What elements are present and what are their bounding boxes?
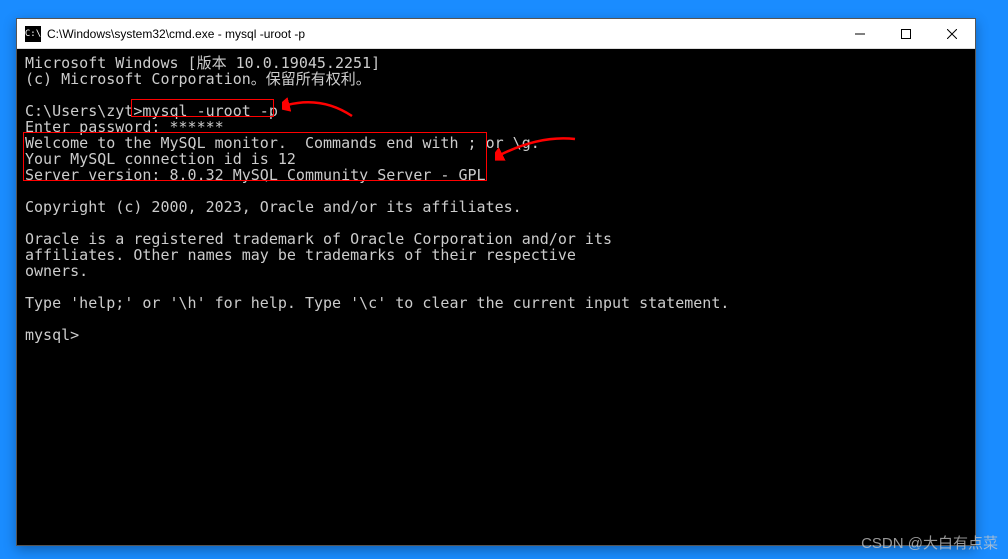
titlebar[interactable]: C:\Windows\system32\cmd.exe - mysql -uro… bbox=[17, 19, 975, 49]
highlight-box-welcome bbox=[23, 132, 487, 181]
window-controls bbox=[837, 19, 975, 48]
minimize-icon bbox=[855, 29, 865, 39]
arrow-annotation-2 bbox=[495, 133, 585, 173]
cmd-window: C:\Windows\system32\cmd.exe - mysql -uro… bbox=[16, 18, 976, 546]
maximize-button[interactable] bbox=[883, 19, 929, 48]
minimize-button[interactable] bbox=[837, 19, 883, 48]
titlebar-text: C:\Windows\system32\cmd.exe - mysql -uro… bbox=[47, 27, 837, 41]
highlight-box-command bbox=[131, 99, 274, 117]
close-button[interactable] bbox=[929, 19, 975, 48]
arrow-annotation-1 bbox=[282, 91, 362, 121]
terminal-body[interactable]: Microsoft Windows [版本 10.0.19045.2251] (… bbox=[17, 49, 975, 545]
maximize-icon bbox=[901, 29, 911, 39]
close-icon bbox=[947, 29, 957, 39]
cmd-icon bbox=[25, 26, 41, 42]
